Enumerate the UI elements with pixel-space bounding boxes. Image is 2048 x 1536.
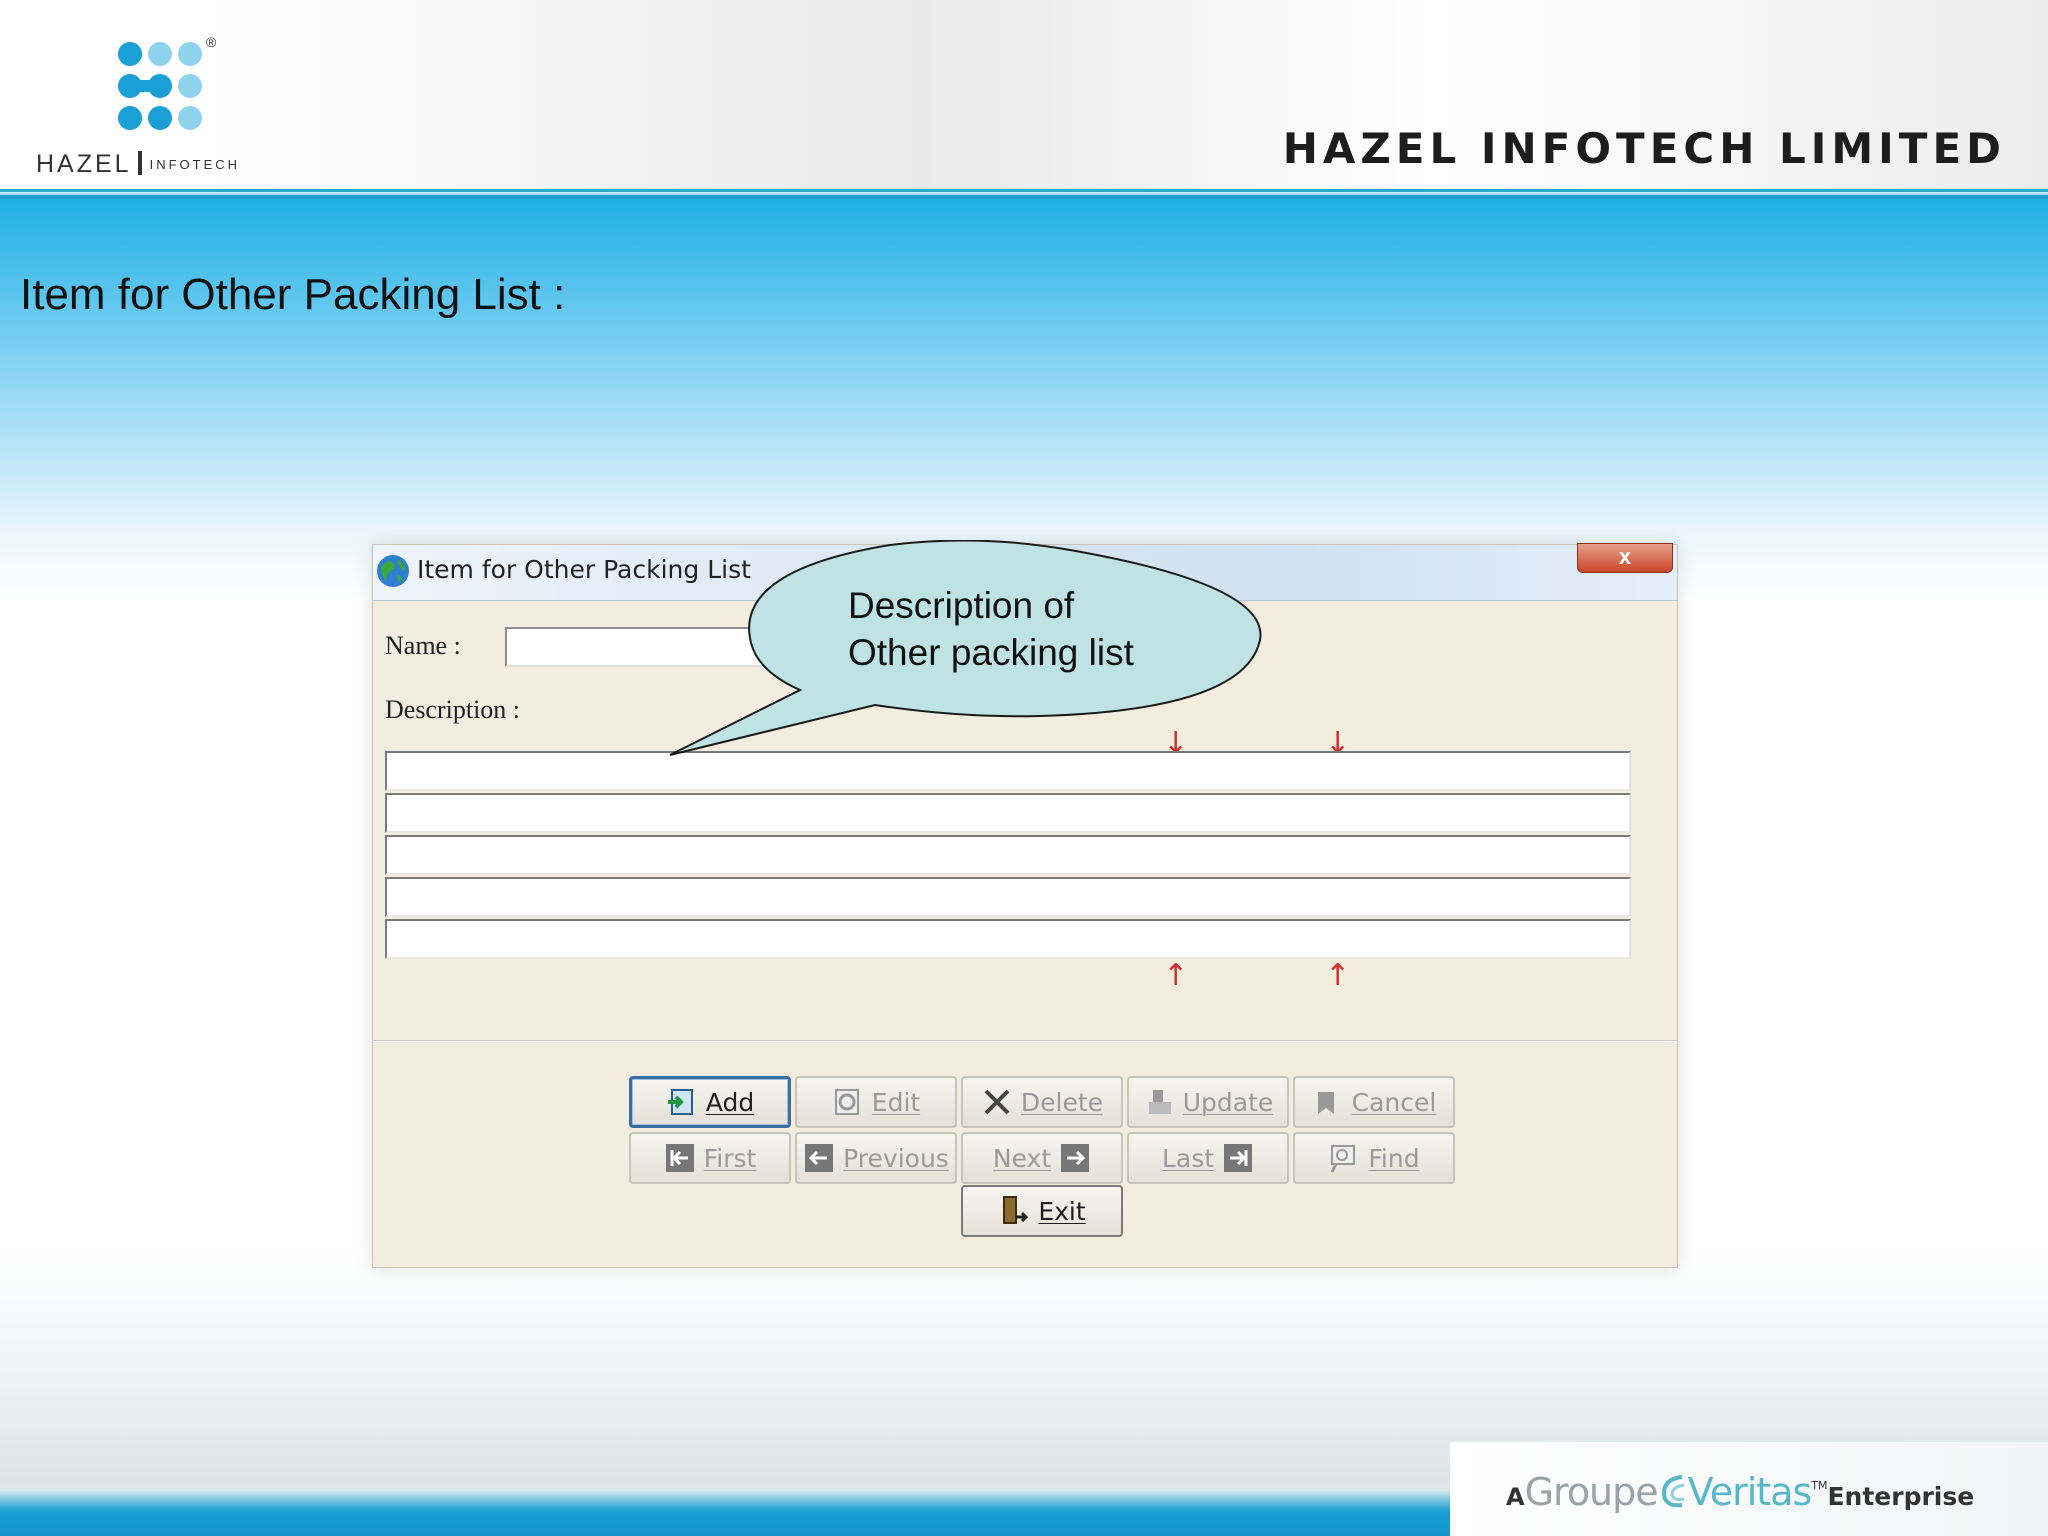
arrow-up-icon: ↑ <box>1163 958 1189 993</box>
first-icon <box>664 1142 696 1174</box>
brand-prefix: A <box>1506 1483 1525 1511</box>
brand-suffix: Enterprise <box>1827 1482 1975 1511</box>
last-button[interactable]: Last <box>1127 1132 1289 1184</box>
description-line-3[interactable] <box>385 835 1631 875</box>
callout-line-2: Other packing list <box>848 632 1134 673</box>
slide-header: ® HAZEL INFOTECH HAZEL INFOTECH LIMITED <box>0 0 2048 199</box>
delete-label: Delete <box>1020 1087 1104 1117</box>
add-label: Add <box>705 1087 755 1117</box>
brand-groupe: Groupe <box>1524 1470 1659 1514</box>
brand-text: AGroupe VeritasTMEnterprise <box>1506 1470 1974 1514</box>
close-button[interactable]: x <box>1577 543 1673 573</box>
slide-title: Item for Other Packing List : <box>20 270 566 319</box>
exit-label: Exit <box>1038 1196 1086 1226</box>
dialog-divider <box>373 1040 1677 1042</box>
update-button[interactable]: Update <box>1127 1076 1289 1128</box>
delete-icon <box>981 1086 1013 1118</box>
logo-dots-icon <box>118 42 202 130</box>
groupe-veritas-logo: AGroupe VeritasTMEnterprise <box>1450 1442 2048 1536</box>
exit-door-icon <box>998 1195 1030 1227</box>
description-label: Description : <box>385 695 521 724</box>
previous-icon <box>803 1142 835 1174</box>
hazel-logo: ® HAZEL INFOTECH <box>36 34 296 184</box>
edit-icon <box>832 1086 864 1118</box>
callout-text: Description of Other packing list <box>848 582 1134 676</box>
edit-label: Edit <box>871 1087 921 1117</box>
brand-tm: TM <box>1811 1479 1828 1492</box>
description-line-5[interactable] <box>385 919 1631 959</box>
add-button[interactable]: Add <box>629 1076 791 1128</box>
company-name: HAZEL INFOTECH LIMITED <box>1282 124 2006 173</box>
first-label: First <box>703 1143 757 1173</box>
next-button[interactable]: Next <box>961 1132 1123 1184</box>
find-icon <box>1328 1142 1360 1174</box>
description-line-4[interactable] <box>385 877 1631 917</box>
description-line-2[interactable] <box>385 793 1631 833</box>
globe-icon <box>377 555 409 587</box>
first-button[interactable]: First <box>629 1132 791 1184</box>
next-label: Next <box>992 1143 1052 1173</box>
update-label: Update <box>1182 1087 1274 1117</box>
registered-mark: ® <box>206 34 217 50</box>
name-label: Name : <box>385 631 461 660</box>
find-button[interactable]: Find <box>1293 1132 1455 1184</box>
edit-button[interactable]: Edit <box>795 1076 957 1128</box>
logo-subtext: INFOTECH <box>149 157 241 172</box>
arrow-up-icon: ↑ <box>1325 958 1351 993</box>
cancel-label: Cancel <box>1351 1087 1437 1117</box>
last-label: Last <box>1161 1143 1215 1173</box>
callout-line-1: Description of <box>848 585 1075 626</box>
previous-button[interactable]: Previous <box>795 1132 957 1184</box>
previous-label: Previous <box>843 1143 949 1173</box>
brand-veritas: Veritas <box>1687 1470 1813 1514</box>
logo-text: HAZEL <box>36 150 132 178</box>
cancel-button[interactable]: Cancel <box>1293 1076 1455 1128</box>
veritas-swirl-icon <box>1661 1475 1684 1508</box>
cancel-icon <box>1312 1086 1344 1118</box>
delete-button[interactable]: Delete <box>961 1076 1123 1128</box>
next-icon <box>1059 1142 1091 1174</box>
add-icon <box>666 1086 698 1118</box>
footer-bar <box>0 1490 1450 1536</box>
exit-button[interactable]: Exit <box>961 1185 1123 1237</box>
find-label: Find <box>1368 1143 1420 1173</box>
update-icon <box>1143 1086 1175 1118</box>
last-icon <box>1222 1142 1254 1174</box>
logo-wordmark: HAZEL INFOTECH <box>36 150 240 179</box>
